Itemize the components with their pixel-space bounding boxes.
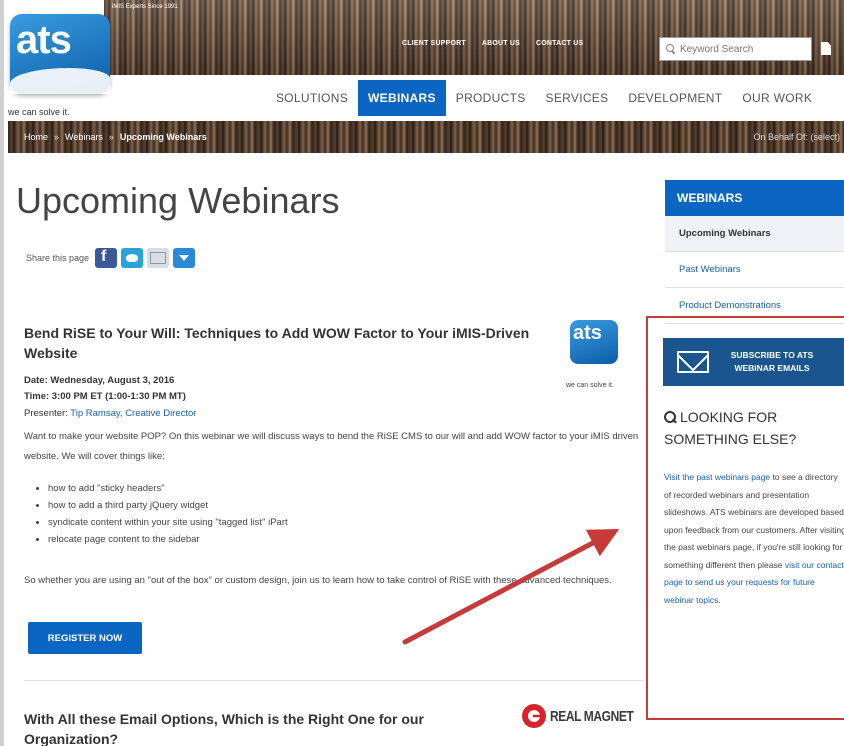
on-behalf-of-selector[interactable]: On Behalf Of: (select): [753, 132, 840, 142]
page: iMIS Experts Since 1991 ats we can solve…: [4, 0, 844, 746]
logo-caption: we can solve it.: [8, 107, 70, 117]
webinar-date: Date: Wednesday, August 3, 2016: [24, 375, 175, 386]
nav-products[interactable]: PRODUCTS: [446, 80, 536, 116]
header-tagline: iMIS Experts Since 1991: [112, 4, 178, 10]
list-item: how to add "sticky headers": [48, 483, 288, 500]
logo-swoosh: [10, 68, 110, 94]
email-icon[interactable]: [147, 248, 170, 268]
search-icon: [666, 44, 676, 54]
webinar-title[interactable]: Bend RiSE to Your Will: Techniques to Ad…: [24, 323, 554, 363]
webinar-presenter: Presenter: Tip Ramsay, Creative Director: [24, 408, 196, 419]
ats-mini-logo-text: ats: [573, 322, 602, 344]
breadcrumb-bar: Home » Webinars » Upcoming Webinars On B…: [8, 121, 844, 153]
nav-our-work[interactable]: OUR WORK: [732, 80, 822, 116]
breadcrumb-current: Upcoming Webinars: [119, 132, 207, 142]
real-magnet-text: REAL MAGNET: [550, 707, 634, 725]
share-label: Share this page: [26, 253, 90, 263]
breadcrumb: Home » Webinars » Upcoming Webinars: [24, 132, 207, 142]
breadcrumb-separator: »: [108, 132, 114, 142]
webinar-closing: So whether you are using an "out of the …: [24, 575, 612, 586]
sidebar-heading: WEBINARS: [665, 180, 844, 216]
facebook-icon[interactable]: [95, 248, 118, 268]
envelope-icon: [677, 351, 709, 373]
twitter-icon[interactable]: [121, 248, 144, 268]
ats-webinar-logo: ats: [570, 320, 618, 364]
list-item: relocate page content to the sidebar: [48, 534, 288, 551]
ats-logo[interactable]: ats: [10, 14, 110, 94]
page-title: Upcoming Webinars: [16, 180, 340, 221]
webinar-title[interactable]: With All these Email Options, Which is t…: [24, 709, 504, 746]
looking-for-heading: LOOKING FOR SOMETHING ELSE?: [664, 406, 842, 450]
about-us-link[interactable]: ABOUT US: [482, 40, 520, 47]
contact-us-link[interactable]: CONTACT US: [536, 40, 583, 47]
search-box[interactable]: [659, 37, 812, 61]
past-webinars-link[interactable]: Visit the past webinars page: [664, 472, 770, 482]
subscribe-label: SUBSCRIBE TO ATS WEBINAR EMAILS: [730, 350, 814, 373]
logo-text: ats: [16, 18, 72, 62]
more-share-icon[interactable]: [173, 248, 196, 268]
list-item: syndicate content within your site using…: [48, 517, 288, 534]
webinar-divider: [24, 680, 644, 681]
webinar-time: Time: 3:00 PM ET (1:00-1:30 PM MT): [24, 391, 186, 402]
nav-services[interactable]: SERVICES: [536, 80, 619, 116]
search-input[interactable]: [680, 43, 800, 55]
real-magnet-icon: [522, 704, 546, 728]
breadcrumb-separator: »: [54, 132, 60, 142]
breadcrumb-webinars[interactable]: Webinars: [65, 132, 103, 142]
presenter-label: Presenter:: [24, 408, 71, 419]
main-nav: SOLUTIONS WEBINARS PRODUCTS SERVICES DEV…: [266, 80, 822, 116]
webinar-description: Want to make your website POP? On this w…: [24, 431, 639, 462]
real-magnet-logo: REAL MAGNET: [522, 704, 654, 728]
sidebar-item-upcoming-webinars[interactable]: Upcoming Webinars: [665, 216, 844, 252]
sidebar-item-past-webinars[interactable]: Past Webinars: [665, 252, 844, 288]
share-row: Share this page: [26, 248, 196, 268]
nav-development[interactable]: DEVELOPMENT: [618, 80, 732, 116]
nav-webinars[interactable]: WEBINARS: [358, 80, 446, 116]
list-item: how to add a third party jQuery widget: [48, 500, 288, 517]
looking-for-body: Visit the past webinars page to see a di…: [664, 469, 844, 609]
nav-solutions[interactable]: SOLUTIONS: [266, 80, 358, 116]
ats-mini-logo-caption: we can solve it.: [566, 382, 614, 389]
register-now-button[interactable]: REGISTER NOW: [28, 622, 142, 654]
client-support-link[interactable]: CLIENT SUPPORT: [402, 40, 466, 47]
utility-links: CLIENT SUPPORT ABOUT US CONTACT US: [402, 40, 583, 47]
webinar-topic-list: how to add "sticky headers" how to add a…: [48, 483, 288, 551]
presenter-link[interactable]: Tip Ramsay, Creative Director: [70, 408, 196, 419]
looking-for-text: to see a directory of recorded webinars …: [664, 472, 844, 570]
breadcrumb-home[interactable]: Home: [24, 132, 48, 142]
search-icon: [664, 411, 676, 423]
document-icon[interactable]: [821, 42, 831, 55]
looking-for-heading-text: LOOKING FOR SOMETHING ELSE?: [664, 409, 797, 447]
subscribe-button[interactable]: SUBSCRIBE TO ATS WEBINAR EMAILS: [663, 338, 844, 386]
